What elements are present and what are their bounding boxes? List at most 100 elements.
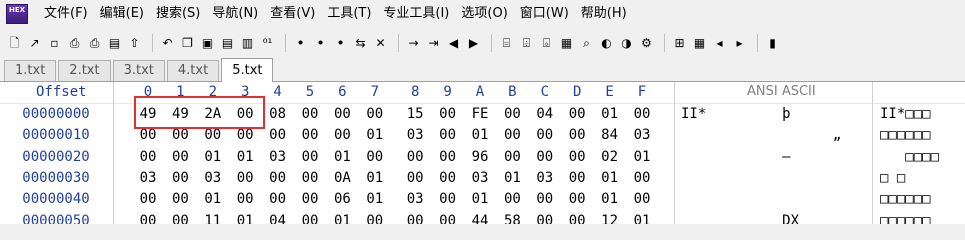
menu-item-0[interactable]: 文件(F): [38, 2, 94, 26]
hex-byte[interactable]: 00: [166, 213, 194, 225]
hex-byte[interactable]: 12: [596, 213, 624, 225]
properties-icon[interactable]: ▤: [106, 35, 123, 52]
hex-byte[interactable]: 01: [361, 127, 389, 143]
paste-icon[interactable]: ▤: [219, 35, 236, 52]
menu-item-2[interactable]: 搜索(S): [150, 2, 206, 26]
ansi-text[interactable]: –: [681, 149, 790, 165]
menu-item-3[interactable]: 导航(N): [206, 2, 264, 26]
hex-byte[interactable]: 00: [231, 191, 259, 207]
export-icon[interactable]: ⇧: [126, 35, 143, 52]
hex-byte[interactable]: 01: [466, 127, 494, 143]
hex-byte[interactable]: 00: [434, 127, 462, 143]
menu-item-4[interactable]: 查看(V): [264, 2, 321, 26]
undo-icon[interactable]: ↶: [159, 35, 176, 52]
hex-byte[interactable]: 11: [199, 213, 227, 225]
hex-byte[interactable]: 00: [166, 127, 194, 143]
hex-byte[interactable]: 03: [401, 191, 429, 207]
print-icon[interactable]: ⎙: [66, 35, 83, 52]
hex-byte[interactable]: 00: [531, 191, 559, 207]
hex-byte[interactable]: 00: [264, 127, 292, 143]
hex-byte[interactable]: 01: [361, 170, 389, 186]
menu-item-1[interactable]: 编辑(E): [94, 2, 150, 26]
find-icon[interactable]: ꔷ: [292, 35, 309, 52]
prev-icon[interactable]: ◂: [711, 35, 728, 52]
hex-byte[interactable]: FE: [466, 106, 494, 122]
tab-4[interactable]: 5.txt: [221, 58, 274, 82]
hex-byte[interactable]: 58: [498, 213, 526, 225]
hex-byte[interactable]: 00: [498, 127, 526, 143]
hex-byte[interactable]: 00: [434, 106, 462, 122]
hex-byte[interactable]: 00: [401, 170, 429, 186]
hex-byte[interactable]: 00: [134, 191, 162, 207]
ram-icon[interactable]: ⌹: [518, 35, 535, 52]
hex-byte[interactable]: 06: [328, 191, 356, 207]
hex-byte[interactable]: 00: [361, 149, 389, 165]
hex-byte[interactable]: 01: [466, 191, 494, 207]
hex-byte[interactable]: 00: [296, 213, 324, 225]
hex-byte[interactable]: 00: [134, 149, 162, 165]
menu-item-6[interactable]: 专业工具(I): [377, 2, 455, 26]
calculator-icon[interactable]: ▦: [558, 35, 575, 52]
hex-byte[interactable]: 00: [166, 191, 194, 207]
drive-icon[interactable]: ⌺: [538, 35, 555, 52]
hex-byte[interactable]: 00: [166, 170, 194, 186]
hex-byte[interactable]: 00: [296, 191, 324, 207]
ansi-text[interactable]: „: [681, 127, 841, 143]
binary-icon[interactable]: ⁰¹: [259, 35, 276, 52]
ansi-text[interactable]: II* þ: [681, 106, 791, 122]
gear-icon[interactable]: ⚙: [638, 35, 655, 52]
hex-byte[interactable]: 00: [628, 170, 656, 186]
hex-byte[interactable]: 00: [563, 149, 591, 165]
hex-byte[interactable]: 00: [563, 170, 591, 186]
hex-byte[interactable]: 01: [596, 106, 624, 122]
hex-byte[interactable]: 01: [199, 149, 227, 165]
hex-byte[interactable]: 00: [628, 106, 656, 122]
hex-byte[interactable]: 01: [628, 213, 656, 225]
new-file-icon[interactable]: 🗋: [6, 35, 23, 52]
hex-byte[interactable]: 01: [328, 213, 356, 225]
hex-byte[interactable]: 00: [401, 213, 429, 225]
replace-hex-icon[interactable]: ✕: [372, 35, 389, 52]
hex-byte[interactable]: 00: [199, 127, 227, 143]
hex-byte[interactable]: 00: [563, 213, 591, 225]
ansi-text[interactable]: DX: [681, 213, 799, 225]
hex-byte[interactable]: 00: [434, 149, 462, 165]
hex-byte[interactable]: 00: [563, 127, 591, 143]
tab-3[interactable]: 4.txt: [166, 60, 220, 81]
hex-byte[interactable]: 84: [596, 127, 624, 143]
hex-byte[interactable]: 00: [361, 213, 389, 225]
hex-byte[interactable]: 00: [296, 170, 324, 186]
hex-byte[interactable]: 96: [466, 149, 494, 165]
table-icon[interactable]: ▦: [691, 35, 708, 52]
ascii-text[interactable]: □□□□□□: [880, 191, 931, 207]
hex-byte[interactable]: 00: [563, 106, 591, 122]
hex-byte[interactable]: 01: [328, 149, 356, 165]
hex-byte[interactable]: 00: [231, 170, 259, 186]
hex-byte[interactable]: 01: [199, 191, 227, 207]
tab-1[interactable]: 2.txt: [58, 60, 111, 81]
tab-2[interactable]: 3.txt: [112, 60, 165, 81]
hex-byte[interactable]: 08: [264, 106, 292, 122]
ascii-text[interactable]: □□□□□□: [880, 127, 931, 143]
book-icon[interactable]: ▮: [764, 35, 781, 52]
hex-byte[interactable]: 00: [401, 149, 429, 165]
hex-byte[interactable]: 00: [628, 191, 656, 207]
hex-byte[interactable]: 00: [166, 149, 194, 165]
hex-byte[interactable]: 01: [596, 170, 624, 186]
goto-icon[interactable]: ⇆: [352, 35, 369, 52]
hex-byte[interactable]: 00: [563, 191, 591, 207]
hex-byte[interactable]: 03: [531, 170, 559, 186]
hex-byte[interactable]: 03: [628, 127, 656, 143]
ascii-text[interactable]: □□□□: [880, 149, 939, 165]
paste-special-icon[interactable]: ▥: [239, 35, 256, 52]
hex-byte[interactable]: 0A: [328, 170, 356, 186]
hex-byte[interactable]: 00: [264, 170, 292, 186]
hex-byte[interactable]: 00: [434, 213, 462, 225]
back-icon[interactable]: ◀: [445, 35, 462, 52]
layout-icon[interactable]: ⊞: [671, 35, 688, 52]
hex-byte[interactable]: 04: [531, 106, 559, 122]
hex-byte[interactable]: 03: [264, 149, 292, 165]
tab-0[interactable]: 1.txt: [4, 60, 57, 81]
hex-byte[interactable]: 01: [596, 191, 624, 207]
hex-byte[interactable]: 01: [361, 191, 389, 207]
